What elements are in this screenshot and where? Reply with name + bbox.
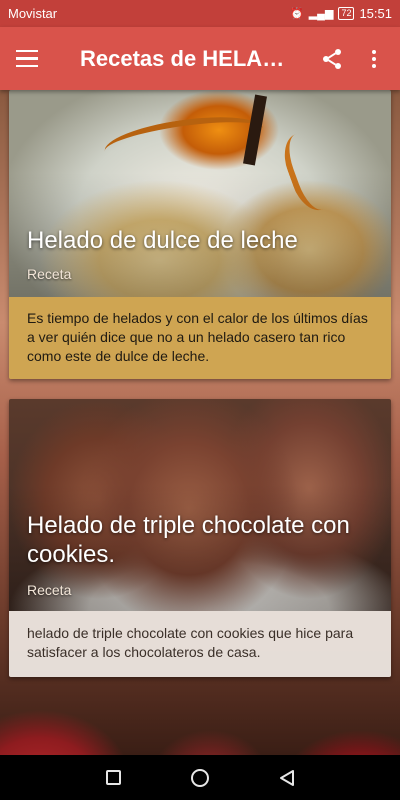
recipe-card[interactable]: Helado de triple chocolate con cookies. … bbox=[9, 399, 391, 677]
signal-icon: ▂▄▆ bbox=[308, 8, 334, 20]
back-triangle-icon bbox=[279, 769, 294, 786]
recents-square-icon bbox=[105, 770, 121, 785]
recipe-description: Es tiempo de helados y con el calor de l… bbox=[9, 297, 391, 379]
status-bar: Movistar ⏰ ▂▄▆ 72 15:51 bbox=[0, 0, 400, 27]
system-nav-bar bbox=[0, 755, 400, 800]
recipe-card[interactable]: Helado de dulce de leche Receta Es tiemp… bbox=[9, 90, 391, 379]
carrier-name: Movistar bbox=[8, 6, 58, 21]
home-button[interactable] bbox=[185, 763, 215, 793]
hamburger-menu-icon[interactable] bbox=[16, 47, 46, 71]
recipe-category: Receta bbox=[27, 266, 72, 282]
recipe-image: Helado de triple chocolate con cookies. … bbox=[9, 399, 391, 611]
recipe-image: Helado de dulce de leche Receta bbox=[9, 90, 391, 297]
home-circle-icon bbox=[190, 768, 209, 787]
app-bar: Recetas de HELADOS bbox=[0, 27, 400, 90]
back-button[interactable] bbox=[272, 763, 302, 793]
battery-level: 72 bbox=[341, 8, 352, 18]
recipe-description: helado de triple chocolate con cookies q… bbox=[9, 611, 391, 677]
recipe-category: Receta bbox=[27, 582, 72, 598]
recipe-title: Helado de dulce de leche bbox=[27, 227, 298, 254]
alarm-icon: ⏰ bbox=[290, 8, 304, 20]
recents-button[interactable] bbox=[98, 763, 128, 793]
recipe-title: Helado de triple chocolate con cookies. bbox=[27, 512, 350, 568]
clock: 15:51 bbox=[359, 6, 392, 21]
app-title: Recetas de HELADOS bbox=[80, 45, 285, 71]
more-vert-icon[interactable] bbox=[364, 47, 384, 71]
share-icon[interactable] bbox=[320, 47, 344, 71]
battery-icon: 72 bbox=[338, 7, 355, 20]
